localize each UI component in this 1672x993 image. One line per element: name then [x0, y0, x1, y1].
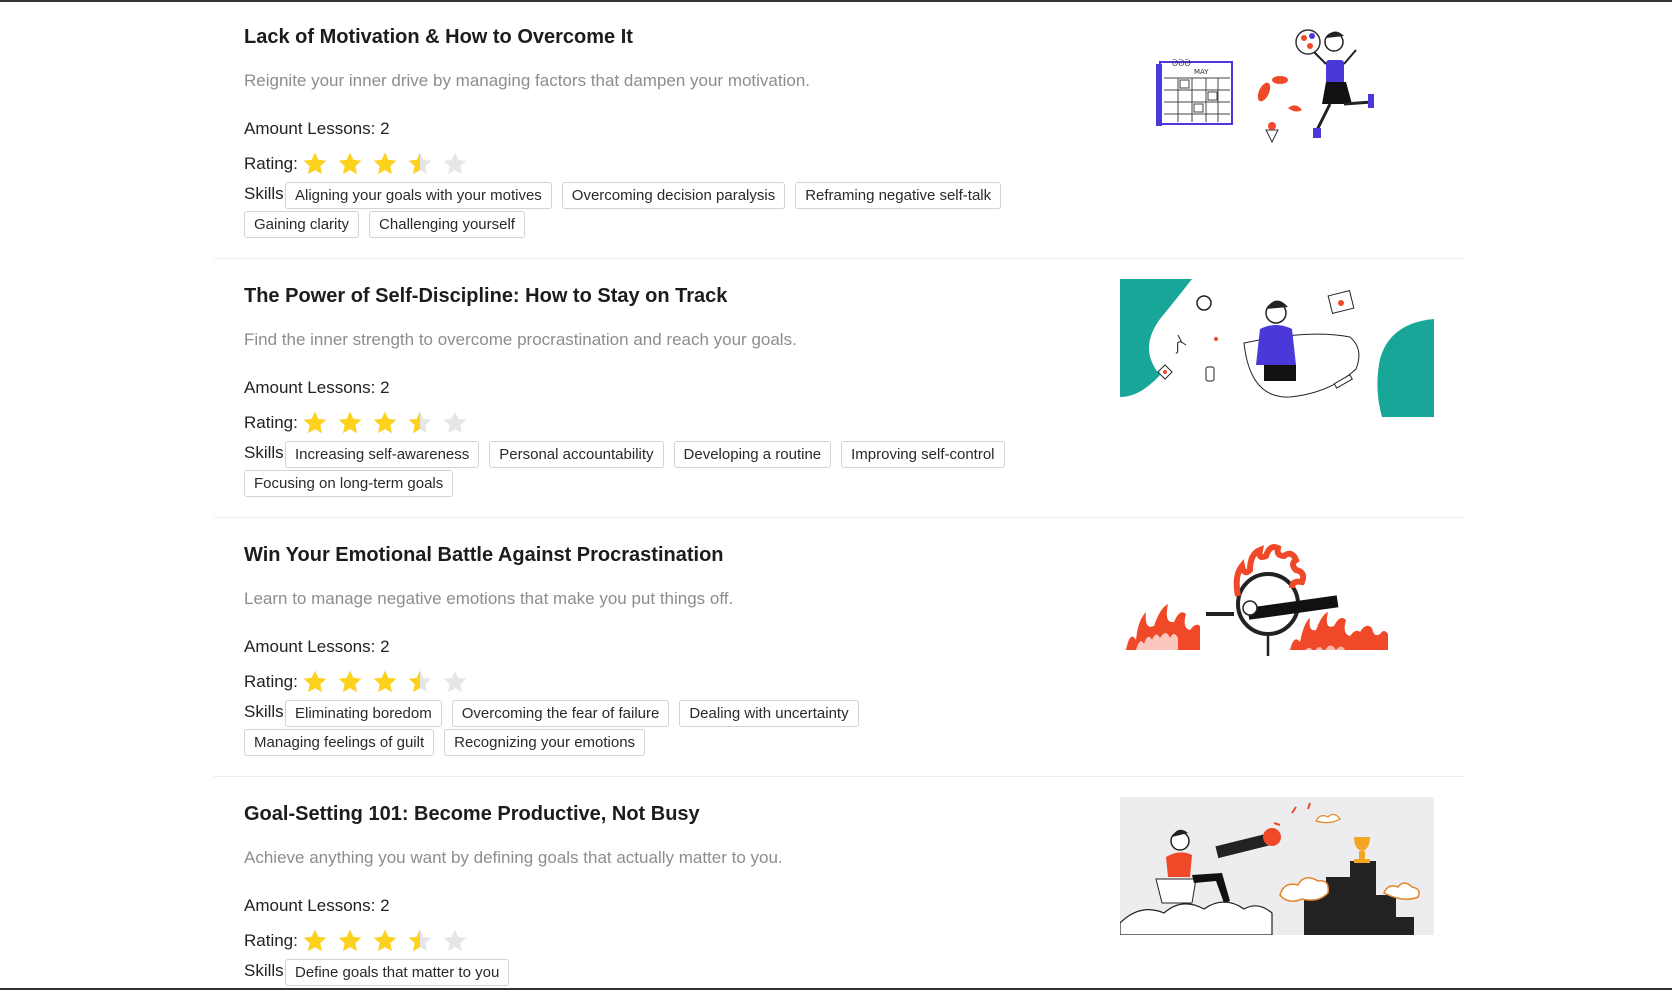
- skill-chip[interactable]: Managing feelings of guilt: [244, 729, 435, 756]
- course-title[interactable]: Win Your Emotional Battle Against Procra…: [244, 544, 724, 567]
- rating-label: Rating:: [244, 931, 298, 950]
- skills-chips: Increasing self-awareness Personal accoun…: [244, 441, 1034, 499]
- star-filled-icon: [303, 411, 327, 434]
- star-half-icon: [408, 411, 432, 434]
- course-description: Find the inner strength to overcome proc…: [244, 330, 797, 349]
- course-card[interactable]: Win Your Emotional Battle Against Procra…: [214, 518, 1464, 777]
- skill-chip[interactable]: Challenging yourself: [369, 211, 525, 238]
- star-filled-icon: [303, 670, 327, 693]
- telescope-trophy-illustration: [1120, 797, 1434, 935]
- skill-chip[interactable]: Reframing negative self-talk: [795, 182, 1002, 209]
- star-filled-icon: [338, 152, 362, 175]
- skills-chips: Define goals that matter to you: [244, 959, 1034, 988]
- skill-chip[interactable]: Gaining clarity: [244, 211, 360, 238]
- star-half-icon: [408, 929, 432, 952]
- star-filled-icon: [373, 929, 397, 952]
- skill-chip[interactable]: Overcoming decision paralysis: [561, 182, 786, 209]
- course-description: Learn to manage negative emotions that m…: [244, 589, 734, 608]
- svg-text:MAY: MAY: [1194, 68, 1209, 76]
- star-empty-icon: [443, 411, 467, 434]
- star-filled-icon: [338, 411, 362, 434]
- skill-chip[interactable]: Increasing self-awareness: [285, 441, 480, 468]
- course-title[interactable]: Goal-Setting 101: Become Productive, Not…: [244, 803, 700, 826]
- skill-chip[interactable]: Define goals that matter to you: [285, 959, 510, 986]
- rating-label: Rating:: [244, 413, 298, 432]
- course-title[interactable]: Lack of Motivation & How to Overcome It: [244, 26, 633, 49]
- rating-stars: [302, 928, 477, 954]
- skill-chip[interactable]: Focusing on long-term goals: [244, 470, 454, 497]
- fire-hoop-illustration: [1126, 544, 1388, 656]
- self-discipline-illustration: ʃ: [1120, 279, 1434, 417]
- lessons-count: Amount Lessons: 2: [244, 637, 390, 656]
- skill-chip[interactable]: Improving self-control: [841, 441, 1005, 468]
- star-empty-icon: [443, 670, 467, 693]
- course-rating: Rating:: [244, 410, 477, 436]
- skill-chip[interactable]: Recognizing your emotions: [444, 729, 646, 756]
- rating-label: Rating:: [244, 154, 298, 173]
- skill-chip[interactable]: Eliminating boredom: [285, 700, 442, 727]
- star-filled-icon: [303, 929, 327, 952]
- rating-stars: [302, 410, 477, 436]
- skill-chip[interactable]: Overcoming the fear of failure: [451, 700, 670, 727]
- skill-chip[interactable]: Personal accountability: [489, 441, 664, 468]
- star-filled-icon: [373, 152, 397, 175]
- star-filled-icon: [373, 670, 397, 693]
- rating-label: Rating:: [244, 672, 298, 691]
- lessons-count: Amount Lessons: 2: [244, 896, 390, 915]
- star-filled-icon: [338, 929, 362, 952]
- skill-chip[interactable]: Aligning your goals with your motives: [285, 182, 552, 209]
- course-card[interactable]: Lack of Motivation & How to Overcome It …: [214, 0, 1464, 259]
- course-rating: Rating:: [244, 928, 477, 954]
- star-half-icon: [408, 670, 432, 693]
- star-filled-icon: [373, 411, 397, 434]
- course-card[interactable]: Goal-Setting 101: Become Productive, Not…: [214, 777, 1464, 993]
- star-half-icon: [408, 152, 432, 175]
- star-empty-icon: [443, 152, 467, 175]
- course-list: Lack of Motivation & How to Overcome It …: [214, 0, 1464, 993]
- skills-chips: Eliminating boredom Overcoming the fear o…: [244, 700, 1034, 758]
- star-empty-icon: [443, 929, 467, 952]
- star-filled-icon: [338, 670, 362, 693]
- skills-chips: Aligning your goals with your motives Ove…: [244, 182, 1034, 240]
- skill-chip[interactable]: Dealing with uncertainty: [679, 700, 859, 727]
- star-filled-icon: [303, 152, 327, 175]
- rating-stars: [302, 669, 477, 695]
- course-rating: Rating:: [244, 151, 477, 177]
- course-card[interactable]: The Power of Self-Discipline: How to Sta…: [214, 259, 1464, 518]
- bottom-border: [0, 988, 1672, 990]
- lessons-count: Amount Lessons: 2: [244, 378, 390, 397]
- rating-stars: [302, 151, 477, 177]
- course-title[interactable]: The Power of Self-Discipline: How to Sta…: [244, 285, 727, 308]
- svg-text:ʃ: ʃ: [1175, 340, 1181, 354]
- svg-text:ᘐᘐᘐ: ᘐᘐᘐ: [1172, 59, 1191, 69]
- course-description: Reignite your inner drive by managing fa…: [244, 71, 811, 90]
- course-description: Achieve anything you want by defining go…: [244, 848, 783, 867]
- lessons-count: Amount Lessons: 2: [244, 119, 390, 138]
- skill-chip[interactable]: Developing a routine: [673, 441, 832, 468]
- motivation-illustration: ᘐᘐᘐ MAY: [1156, 29, 1374, 144]
- course-rating: Rating:: [244, 669, 477, 695]
